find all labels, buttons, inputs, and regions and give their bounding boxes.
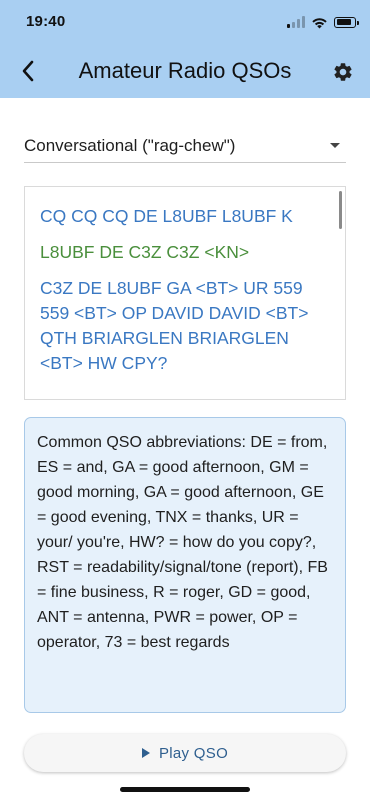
status-time: 19:40 <box>26 13 66 30</box>
qso-type-value: Conversational ("rag-chew") <box>24 136 236 155</box>
qso-line-me: CQ CQ CQ DE L8UBF L8UBF K <box>40 206 293 226</box>
status-icons <box>287 13 359 31</box>
signal-icon <box>287 16 305 28</box>
qso-line-me: C3Z DE L8UBF GA <BT> UR 559 559 <BT> OP … <box>40 278 309 373</box>
play-icon <box>141 748 150 758</box>
battery-icon <box>334 16 359 28</box>
gear-icon <box>334 63 352 81</box>
settings-button[interactable] <box>328 57 358 87</box>
play-qso-label: Play QSO <box>158 744 229 762</box>
home-indicator[interactable] <box>120 787 250 792</box>
qso-transcript[interactable]: CQ CQ CQ DE L8UBF L8UBF K L8UBF DE C3Z C… <box>24 186 346 400</box>
qso-line-them: L8UBF DE C3Z C3Z <KN> <box>40 242 250 262</box>
top-bar: 19:40 Amateur Radio QSOs <box>0 0 370 98</box>
chevron-left-icon <box>22 60 34 82</box>
abbreviations-text: Common QSO abbreviations: DE = from, ES … <box>37 434 328 651</box>
transcript-scrollbar[interactable] <box>339 191 342 229</box>
abbreviations-info-box: Common QSO abbreviations: DE = from, ES … <box>24 417 346 713</box>
page-title: Amateur Radio QSOs <box>78 58 292 83</box>
qso-type-dropdown[interactable]: Conversational ("rag-chew") <box>24 128 346 163</box>
caret-down-icon <box>330 143 340 148</box>
back-button[interactable] <box>14 56 42 86</box>
wifi-icon <box>312 17 327 28</box>
play-qso-button[interactable]: Play QSO <box>24 734 346 772</box>
